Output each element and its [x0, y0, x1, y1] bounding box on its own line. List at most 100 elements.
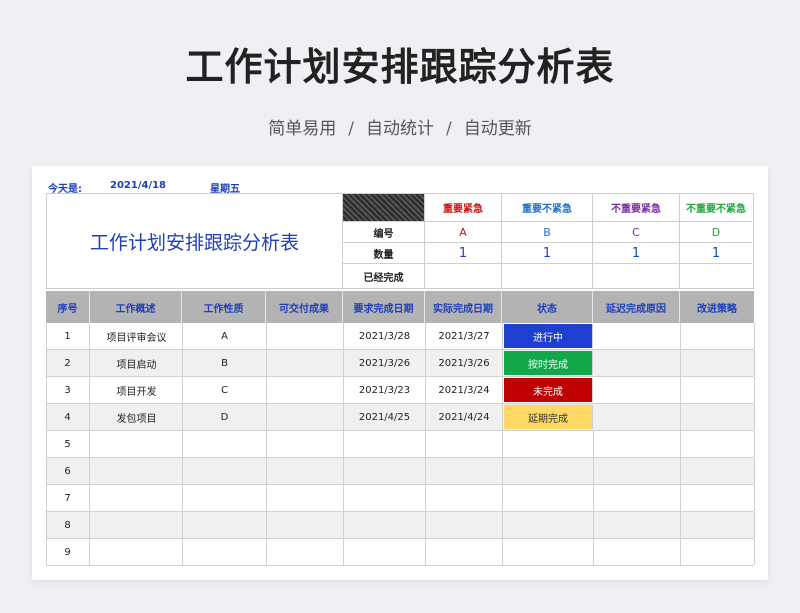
cell-no[interactable]: 2 — [46, 350, 90, 376]
table-row: 7 — [46, 485, 755, 512]
cell-desc[interactable]: 项目开发 — [91, 377, 183, 403]
cell-status[interactable]: 未完成 — [504, 378, 593, 402]
cell-deliverable[interactable] — [267, 431, 344, 457]
cell-delay-reason[interactable] — [594, 512, 681, 538]
category-code[interactable]: D — [680, 222, 752, 243]
cell-required-date[interactable] — [344, 485, 426, 511]
cell-required-date[interactable]: 2021/3/23 — [344, 377, 426, 403]
cell-required-date[interactable]: 2021/4/25 — [344, 404, 426, 430]
cell-type[interactable] — [183, 458, 267, 484]
cell-required-date[interactable] — [344, 431, 426, 457]
category-code[interactable]: B — [502, 222, 593, 243]
cell-actual-date[interactable]: 2021/3/26 — [426, 350, 503, 376]
cell-type[interactable]: B — [183, 350, 267, 376]
cell-actual-date[interactable] — [426, 485, 503, 511]
category-count[interactable]: 1 — [425, 243, 502, 264]
cell-strategy[interactable] — [681, 485, 755, 511]
category-count[interactable]: 1 — [593, 243, 680, 264]
cell-delay-reason[interactable] — [594, 485, 681, 511]
cell-type[interactable] — [183, 512, 267, 538]
cell-deliverable[interactable] — [267, 539, 344, 565]
cell-strategy[interactable] — [681, 431, 755, 457]
subtitle-item-1: 简单易用 — [268, 119, 337, 139]
cell-strategy[interactable] — [681, 539, 755, 565]
cell-status[interactable]: 按时完成 — [504, 351, 593, 375]
cell-strategy[interactable] — [681, 512, 755, 538]
cell-no[interactable]: 1 — [46, 323, 90, 349]
column-header: 要求完成日期 — [343, 291, 425, 323]
cell-actual-date[interactable] — [426, 458, 503, 484]
cell-delay-reason[interactable] — [594, 350, 681, 376]
cell-strategy[interactable] — [681, 350, 755, 376]
cell-deliverable[interactable] — [267, 323, 344, 349]
cell-type[interactable]: C — [183, 377, 267, 403]
cell-no[interactable]: 4 — [46, 404, 90, 430]
category-done[interactable] — [680, 264, 752, 288]
cell-no[interactable]: 3 — [46, 377, 90, 403]
cell-desc[interactable]: 发包项目 — [91, 404, 183, 430]
cell-strategy[interactable] — [681, 404, 755, 430]
cell-type[interactable] — [183, 431, 267, 457]
cell-strategy[interactable] — [681, 458, 755, 484]
cell-delay-reason[interactable] — [594, 431, 681, 457]
cell-deliverable[interactable] — [267, 404, 344, 430]
cell-no[interactable]: 8 — [46, 512, 90, 538]
cell-strategy[interactable] — [681, 377, 755, 403]
cell-required-date[interactable]: 2021/3/26 — [344, 350, 426, 376]
cell-no[interactable]: 9 — [46, 539, 90, 565]
cell-type[interactable]: D — [183, 404, 267, 430]
cell-status[interactable] — [503, 485, 594, 511]
cell-desc[interactable] — [91, 539, 183, 565]
cell-status[interactable] — [503, 512, 594, 538]
category-done[interactable] — [593, 264, 680, 288]
cell-delay-reason[interactable] — [594, 458, 681, 484]
category-code[interactable]: C — [593, 222, 680, 243]
category-count[interactable]: 1 — [502, 243, 593, 264]
cell-desc[interactable] — [91, 458, 183, 484]
cell-actual-date[interactable] — [426, 539, 503, 565]
category-code[interactable]: A — [425, 222, 502, 243]
cell-status[interactable] — [503, 431, 594, 457]
cell-type[interactable] — [183, 539, 267, 565]
category-count[interactable]: 1 — [680, 243, 752, 264]
cell-delay-reason[interactable] — [594, 404, 681, 430]
cell-actual-date[interactable] — [426, 431, 503, 457]
cell-required-date[interactable] — [344, 458, 426, 484]
cell-required-date[interactable] — [344, 539, 426, 565]
cell-no[interactable]: 7 — [46, 485, 90, 511]
cell-strategy[interactable] — [681, 323, 755, 349]
cell-delay-reason[interactable] — [594, 539, 681, 565]
cell-desc[interactable]: 项目启动 — [91, 350, 183, 376]
category-done[interactable] — [425, 264, 502, 288]
cell-no[interactable]: 5 — [46, 431, 90, 457]
cell-desc[interactable] — [91, 512, 183, 538]
cell-delay-reason[interactable] — [594, 377, 681, 403]
cell-deliverable[interactable] — [267, 458, 344, 484]
cell-actual-date[interactable]: 2021/3/27 — [426, 323, 503, 349]
cell-actual-date[interactable] — [426, 512, 503, 538]
cell-desc[interactable]: 项目评审会议 — [91, 323, 183, 349]
cell-no[interactable]: 6 — [46, 458, 90, 484]
cell-type[interactable]: A — [183, 323, 267, 349]
cell-required-date[interactable]: 2021/3/28 — [344, 323, 426, 349]
cell-desc[interactable] — [91, 485, 183, 511]
cell-deliverable[interactable] — [267, 512, 344, 538]
cell-status[interactable] — [503, 458, 594, 484]
cell-required-date[interactable] — [344, 512, 426, 538]
category-header: 不重要不紧急 — [680, 194, 752, 222]
cell-desc[interactable] — [91, 431, 183, 457]
cell-actual-date[interactable]: 2021/4/24 — [426, 404, 503, 430]
category-done[interactable] — [502, 264, 593, 288]
cell-status[interactable]: 延期完成 — [504, 405, 593, 429]
cell-deliverable[interactable] — [267, 377, 344, 403]
table-row: 2 项目启动 B 2021/3/26 2021/3/26 按时完成 — [46, 350, 755, 377]
summary-corner — [343, 194, 425, 222]
cell-deliverable[interactable] — [267, 485, 344, 511]
cell-deliverable[interactable] — [267, 350, 344, 376]
cell-type[interactable] — [183, 485, 267, 511]
cell-status[interactable]: 进行中 — [504, 324, 593, 348]
today-date[interactable]: 2021/4/18 — [110, 180, 166, 191]
cell-status[interactable] — [503, 539, 594, 565]
cell-delay-reason[interactable] — [594, 323, 681, 349]
cell-actual-date[interactable]: 2021/3/24 — [426, 377, 503, 403]
